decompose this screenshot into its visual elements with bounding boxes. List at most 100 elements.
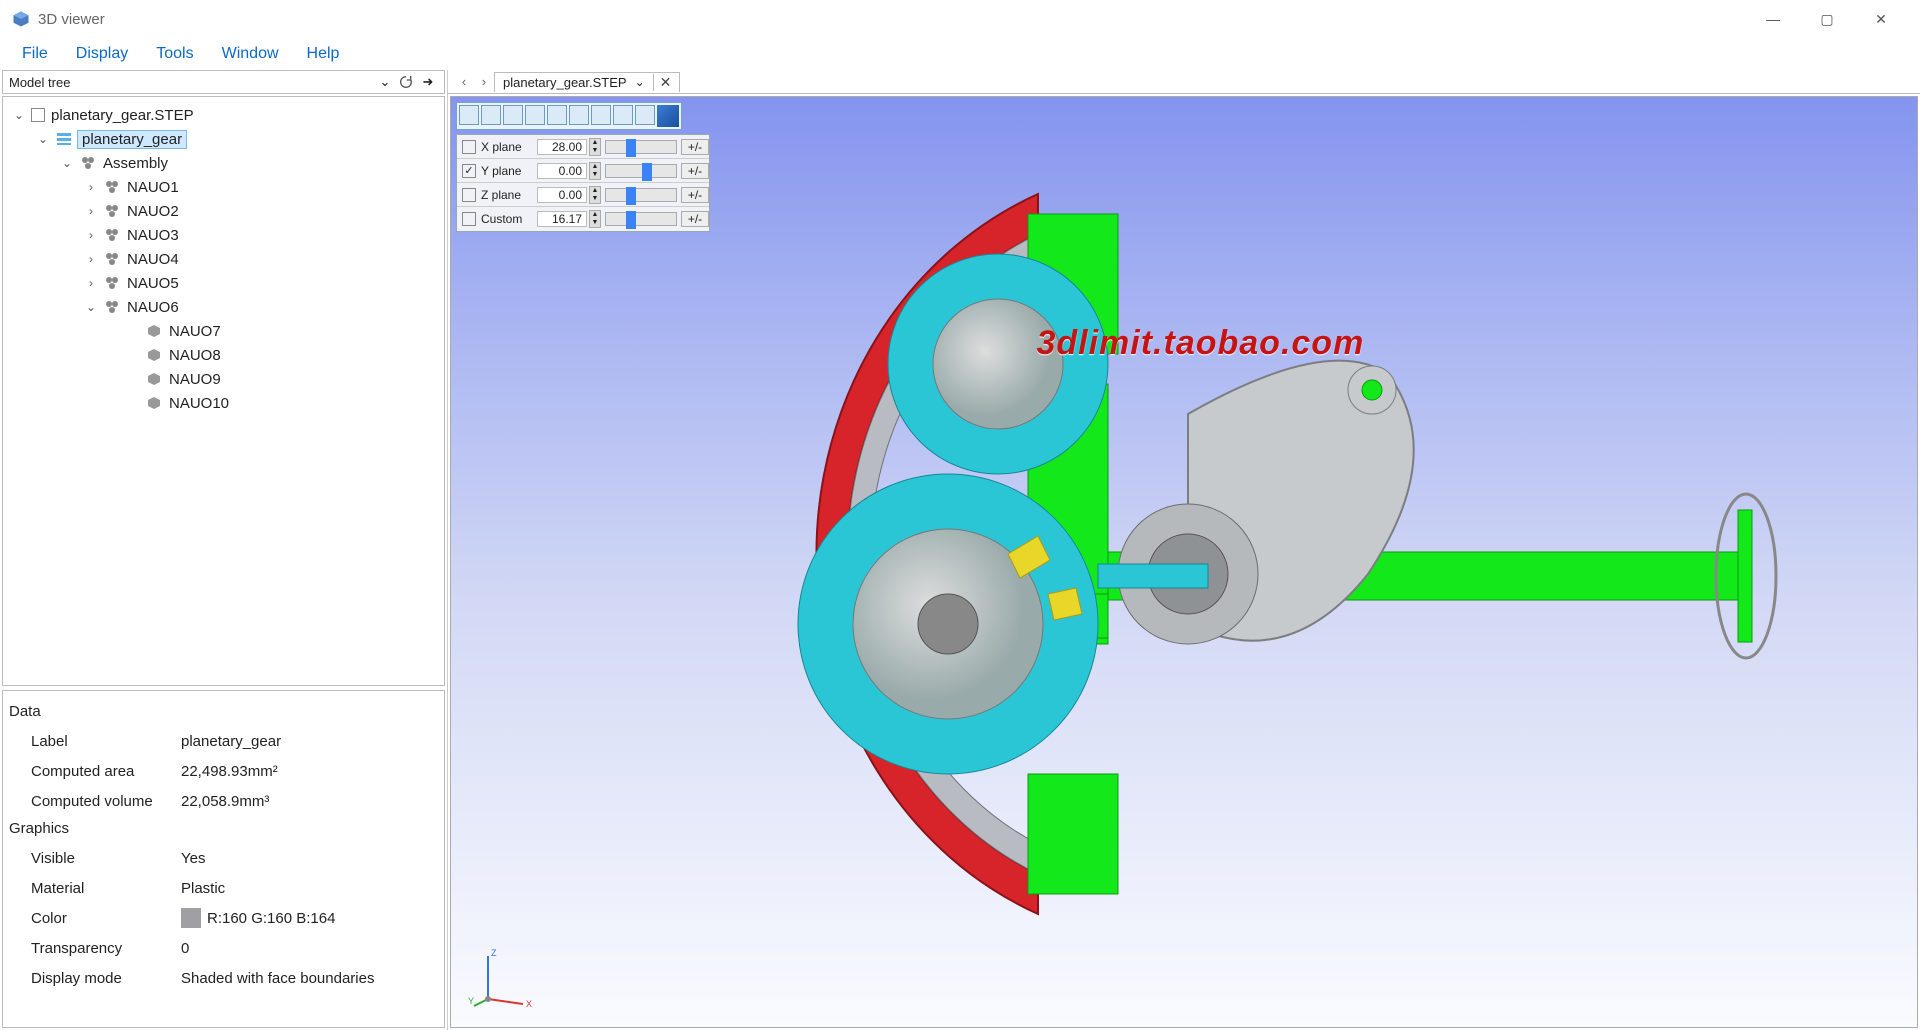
clip-checkbox[interactable]: ✓	[462, 164, 476, 178]
expand-icon[interactable]: ›	[83, 228, 99, 242]
close-button[interactable]: ✕	[1854, 2, 1908, 36]
prop-material-v: Plastic	[181, 880, 225, 897]
view-bottom-icon[interactable]	[591, 105, 611, 125]
view-cube-icon[interactable]	[657, 105, 679, 127]
prop-visible-k: Visible	[31, 850, 181, 867]
tab-dropdown-icon[interactable]: ⌄	[635, 75, 645, 89]
prop-visible-v: Yes	[181, 850, 205, 867]
expand-icon[interactable]: ⌄	[11, 108, 27, 122]
menu-help[interactable]: Help	[293, 41, 354, 67]
clip-value[interactable]: 0.00	[537, 163, 587, 179]
expand-icon[interactable]: ›	[83, 252, 99, 266]
view-iso2-icon[interactable]	[635, 105, 655, 125]
clip-spinner[interactable]: ▲▼	[589, 186, 601, 204]
tree-node-nauo4[interactable]: ›NAUO4	[7, 247, 440, 271]
window-title: 3D viewer	[38, 11, 1746, 28]
node-label: NAUO6	[125, 299, 181, 316]
expand-icon[interactable]: ⌄	[35, 132, 51, 146]
clip-value[interactable]: 28.00	[537, 139, 587, 155]
prop-color-v: R:160 G:160 B:164	[207, 910, 335, 927]
tab-next-icon[interactable]: ›	[474, 74, 494, 89]
model-tree: ⌄ planetary_gear.STEP ⌄ planetary_gear ⌄…	[2, 96, 445, 686]
tree-refresh-icon[interactable]	[396, 72, 416, 92]
color-swatch	[181, 908, 201, 928]
tree-node-nauo10[interactable]: NAUO10	[7, 391, 440, 415]
clip-spinner[interactable]: ▲▼	[589, 162, 601, 180]
part-icon	[145, 346, 163, 364]
view-front-icon[interactable]	[481, 105, 501, 125]
3d-model-render	[628, 154, 1788, 954]
tab-close-icon[interactable]: ✕	[653, 74, 672, 91]
menu-display[interactable]: Display	[62, 41, 142, 67]
assembly-icon	[103, 274, 121, 292]
clip-value[interactable]: 16.17	[537, 211, 587, 227]
clip-value[interactable]: 0.00	[537, 187, 587, 203]
prop-material-k: Material	[31, 880, 181, 897]
tree-node-root[interactable]: ⌄ planetary_gear.STEP	[7, 103, 440, 127]
view-iso1-icon[interactable]	[613, 105, 633, 125]
clip-checkbox[interactable]	[462, 212, 476, 226]
viewport-tab-bar: ‹ › planetary_gear.STEP ⌄ ✕	[448, 70, 1920, 94]
menu-tools[interactable]: Tools	[142, 41, 207, 67]
prop-color-k: Color	[31, 910, 181, 927]
viewport-tab[interactable]: planetary_gear.STEP ⌄ ✕	[494, 72, 680, 92]
prop-area-k: Computed area	[31, 763, 181, 780]
tree-node-nauo8[interactable]: NAUO8	[7, 343, 440, 367]
svg-text:Z: Z	[491, 948, 497, 958]
part-icon	[145, 322, 163, 340]
clip-checkbox[interactable]	[462, 140, 476, 154]
tree-node-nauo1[interactable]: ›NAUO1	[7, 175, 440, 199]
clip-slider[interactable]	[605, 140, 677, 154]
svg-text:Y: Y	[468, 996, 474, 1006]
expand-icon[interactable]: ⌄	[83, 300, 99, 314]
menu-file[interactable]: File	[8, 41, 62, 67]
clip-checkbox[interactable]	[462, 188, 476, 202]
tree-node-planetary-gear[interactable]: ⌄ planetary_gear	[7, 127, 440, 151]
prop-volume-v: 22,058.9mm³	[181, 793, 269, 810]
clip-spinner[interactable]: ▲▼	[589, 210, 601, 228]
prop-area-v: 22,498.93mm²	[181, 763, 278, 780]
tree-node-nauo2[interactable]: › NAUO2	[7, 199, 440, 223]
minimize-button[interactable]: —	[1746, 2, 1800, 36]
node-label: planetary_gear	[77, 130, 187, 149]
tree-node-nauo6[interactable]: ⌄ NAUO6	[7, 295, 440, 319]
menu-window[interactable]: Window	[208, 41, 293, 67]
tree-arrow-icon[interactable]: ➜	[418, 72, 438, 92]
view-top-icon[interactable]	[569, 105, 589, 125]
node-label: NAUO2	[125, 203, 181, 220]
menu-bar: File Display Tools Window Help	[0, 38, 1920, 70]
tree-header-bar: Model tree ⌄ ➜	[2, 70, 445, 94]
svg-text:X: X	[526, 999, 532, 1009]
node-label: Assembly	[101, 155, 170, 172]
view-right-icon[interactable]	[547, 105, 567, 125]
view-left-icon[interactable]	[525, 105, 545, 125]
assembly-icon	[103, 226, 121, 244]
tree-node-nauo5[interactable]: ›NAUO5	[7, 271, 440, 295]
tab-prev-icon[interactable]: ‹	[454, 74, 474, 89]
assembly-icon	[103, 250, 121, 268]
tree-node-nauo9[interactable]: NAUO9	[7, 367, 440, 391]
tree-header-label: Model tree	[9, 75, 376, 90]
expand-icon[interactable]: ›	[83, 180, 99, 194]
node-label: NAUO3	[125, 227, 181, 244]
watermark-text: 3dlimit.taobao.com	[1036, 324, 1364, 363]
view-fit-icon[interactable]	[459, 105, 479, 125]
expand-icon[interactable]: ›	[83, 204, 99, 218]
tree-dropdown-icon[interactable]: ⌄	[376, 74, 394, 90]
clip-flip-button[interactable]: +/-	[681, 139, 709, 155]
assembly-icon	[103, 178, 121, 196]
view-orientation-toolbar	[456, 102, 682, 130]
prop-label-v: planetary_gear	[181, 733, 281, 750]
view-back-icon[interactable]	[503, 105, 523, 125]
tree-node-assembly[interactable]: ⌄ Assembly	[7, 151, 440, 175]
tree-node-nauo7[interactable]: NAUO7	[7, 319, 440, 343]
part-list-icon	[55, 130, 73, 148]
checkbox[interactable]	[31, 108, 45, 122]
expand-icon[interactable]: ⌄	[59, 156, 75, 170]
3d-viewport[interactable]: X plane28.00▲▼+/-✓Y plane0.00▲▼+/-Z plan…	[448, 94, 1920, 1030]
clip-spinner[interactable]: ▲▼	[589, 138, 601, 156]
maximize-button[interactable]: ▢	[1800, 2, 1854, 36]
expand-icon[interactable]: ›	[83, 276, 99, 290]
tree-node-nauo3[interactable]: › NAUO3	[7, 223, 440, 247]
axis-triad: X Y Z	[468, 944, 538, 1014]
